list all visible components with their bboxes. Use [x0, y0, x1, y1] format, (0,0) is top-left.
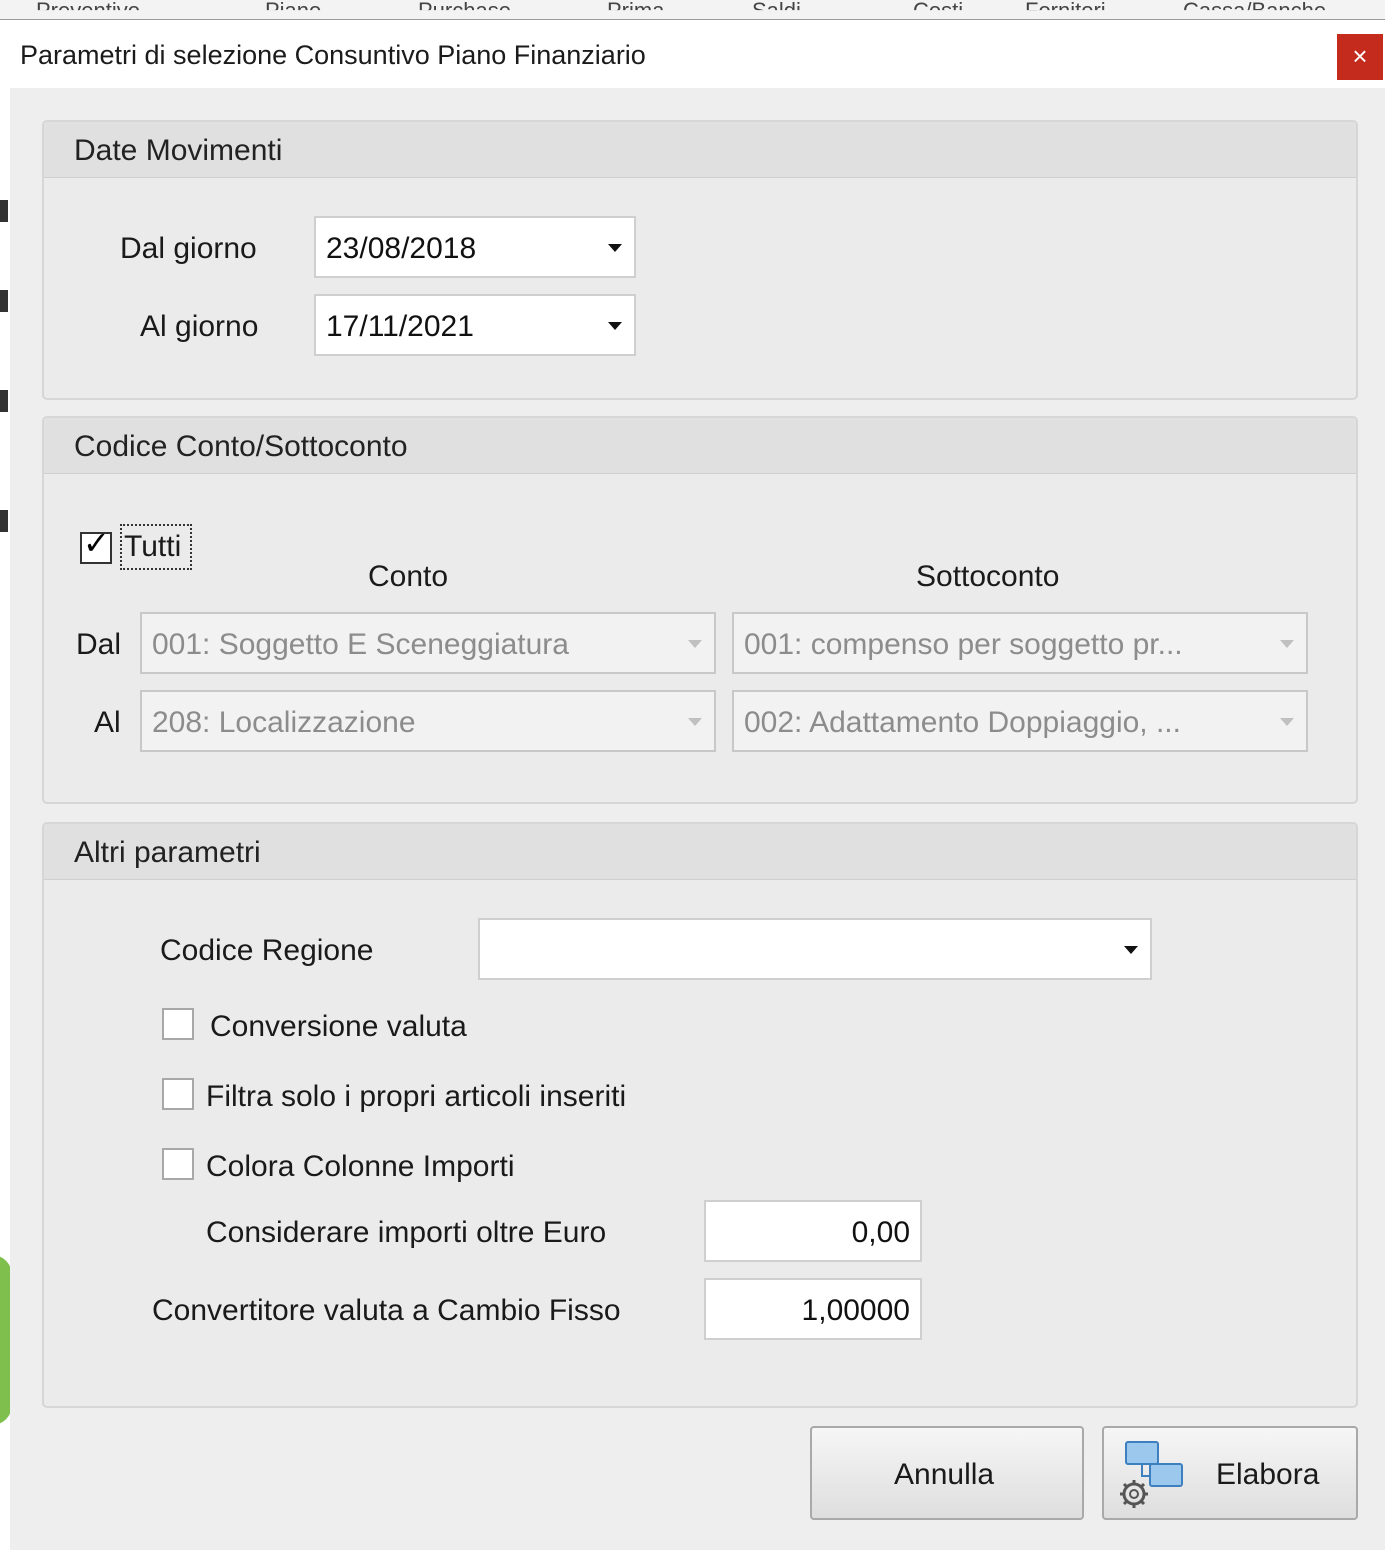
background-text-fragment [0, 290, 8, 312]
dialog-titlebar[interactable]: Parametri di selezione Consuntivo Piano … [10, 20, 1385, 88]
background-text-fragment [0, 390, 8, 412]
all-accounts-label[interactable]: Tutti [124, 530, 181, 564]
conto-column-header: Conto [368, 560, 449, 593]
group-header: Codice Conto/Sottoconto [44, 418, 1356, 474]
background-menu-item: Prima [607, 0, 665, 20]
currency-conversion-checkbox[interactable] [162, 1008, 194, 1040]
amount-threshold-value: 0,00 [851, 1216, 910, 1249]
to-date-picker[interactable]: 17/11/2021 [314, 294, 636, 356]
chevron-down-icon[interactable] [1280, 718, 1294, 726]
sottoconto-from-select[interactable]: 001: compenso per soggetto pr... [732, 612, 1308, 674]
process-button[interactable]: Elabora [1102, 1426, 1358, 1520]
conto-to-select[interactable]: 208: Localizzazione [140, 690, 716, 752]
chevron-down-icon[interactable] [1280, 640, 1294, 648]
chevron-down-icon[interactable] [608, 322, 622, 330]
background-menu-bar: Preventivo Piano Purchase Prima Saldi Co… [0, 0, 1385, 20]
background-menu-item: Saldi [752, 0, 801, 20]
selection-dialog: Parametri di selezione Consuntivo Piano … [10, 20, 1385, 1550]
own-items-label[interactable]: Filtra solo i propri articoli inseriti [206, 1080, 626, 1114]
checkmark-icon: ✓ [83, 524, 110, 562]
process-button-label: Elabora [1216, 1458, 1320, 1491]
group-title: Codice Conto/Sottoconto [74, 430, 408, 463]
to-date-label: Al giorno [140, 310, 259, 343]
chevron-down-icon[interactable] [688, 640, 702, 648]
fixed-rate-input[interactable]: 1,00000 [704, 1278, 922, 1340]
chevron-down-icon[interactable] [608, 244, 622, 252]
background-menu-item: Purchase [418, 0, 511, 20]
group-header: Date Movimenti [44, 122, 1356, 178]
own-items-checkbox[interactable] [162, 1078, 194, 1110]
color-columns-label[interactable]: Colora Colonne Importi [206, 1150, 514, 1184]
cancel-button-label: Annulla [894, 1458, 995, 1491]
fixed-rate-label: Convertitore valuta a Cambio Fisso [152, 1294, 621, 1327]
other-parameters-group: Altri parametri Codice Regione Conversio… [42, 822, 1358, 1408]
from-date-label: Dal giorno [120, 232, 257, 265]
group-title: Date Movimenti [74, 134, 283, 167]
process-settings-icon [1120, 1441, 1183, 1508]
conto-from-select[interactable]: 001: Soggetto E Sceneggiatura [140, 612, 716, 674]
chevron-down-icon[interactable] [688, 718, 702, 726]
currency-conversion-label[interactable]: Conversione valuta [210, 1010, 467, 1044]
sottoconto-column-header: Sottoconto [916, 560, 1060, 593]
cancel-button[interactable]: Annulla [810, 1426, 1084, 1520]
color-columns-checkbox[interactable] [162, 1148, 194, 1180]
sottoconto-to-select[interactable]: 002: Adattamento Doppiaggio, ... [732, 690, 1308, 752]
close-button[interactable]: × [1337, 34, 1383, 80]
to-account-label: Al [94, 706, 121, 739]
dialog-title: Parametri di selezione Consuntivo Piano … [20, 40, 646, 70]
sottoconto-to-value: 002: Adattamento Doppiaggio, ... [744, 706, 1181, 739]
background-menu-item: Preventivo [36, 0, 140, 20]
region-code-label: Codice Regione [160, 934, 374, 967]
fixed-rate-value: 1,00000 [801, 1294, 910, 1327]
group-header: Altri parametri [44, 824, 1356, 880]
region-code-select[interactable] [478, 918, 1152, 980]
from-date-picker[interactable]: 23/08/2018 [314, 216, 636, 278]
date-movements-group: Date Movimenti Dal giorno 23/08/2018 Al … [42, 120, 1358, 400]
amount-threshold-label: Considerare importi oltre Euro [206, 1216, 607, 1249]
close-icon: × [1352, 41, 1368, 71]
to-date-value: 17/11/2021 [326, 310, 474, 343]
chevron-down-icon[interactable] [1124, 946, 1138, 954]
background-menu-item: Fornitori [1025, 0, 1106, 20]
background-text-fragment [0, 510, 8, 532]
background-menu-item: Cassa/Banche [1183, 0, 1327, 20]
background-text-fragment [0, 200, 8, 222]
background-menu-item: Piano [265, 0, 322, 20]
conto-to-value: 208: Localizzazione [152, 706, 416, 739]
amount-threshold-input[interactable]: 0,00 [704, 1200, 922, 1262]
sottoconto-from-value: 001: compenso per soggetto pr... [744, 628, 1183, 661]
all-accounts-checkbox[interactable]: ✓ [80, 524, 112, 564]
from-date-value: 23/08/2018 [326, 232, 477, 265]
from-account-label: Dal [76, 628, 122, 661]
conto-from-value: 001: Soggetto E Sceneggiatura [152, 628, 569, 661]
account-code-group: Codice Conto/Sottoconto ✓ Tutti Conto So… [42, 416, 1358, 804]
group-title: Altri parametri [74, 836, 261, 869]
background-menu-item: Costi [913, 0, 964, 20]
